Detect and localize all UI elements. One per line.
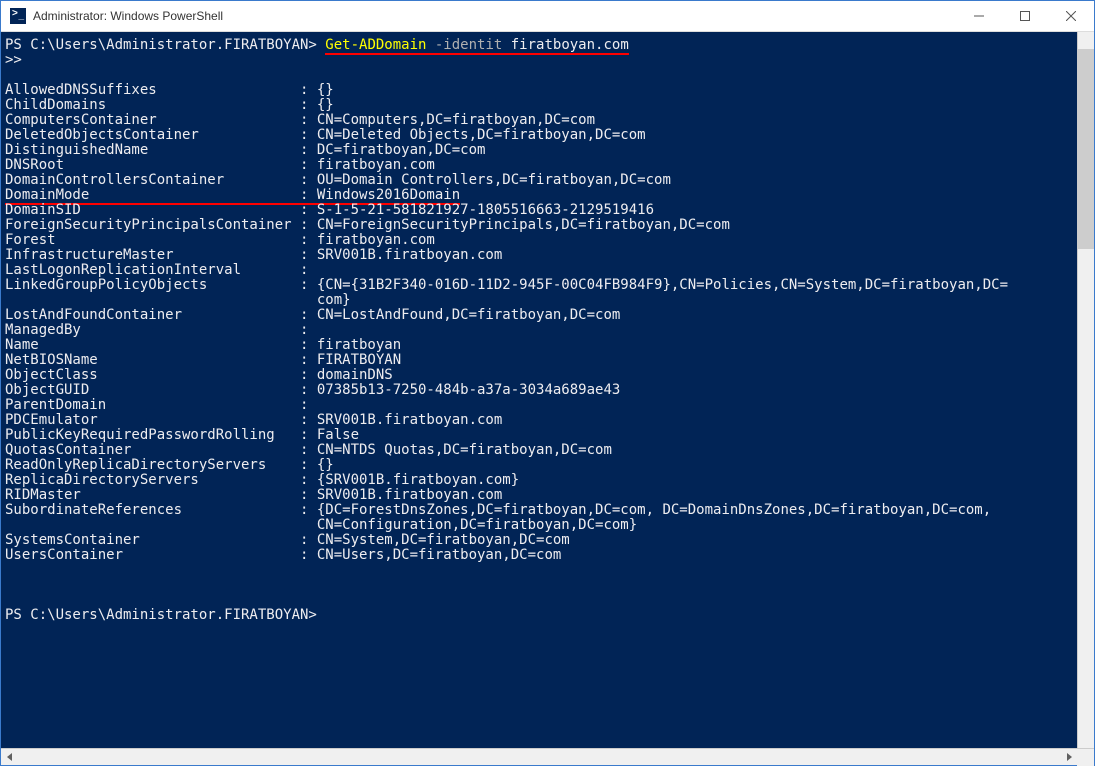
- window-title: Administrator: Windows PowerShell: [33, 9, 956, 23]
- property-row: ParentDomain :: [5, 398, 1077, 413]
- property-row: DomainMode : Windows2016Domain: [5, 188, 1077, 203]
- property-row: Name : firatboyan: [5, 338, 1077, 353]
- property-row: SubordinateReferences : {DC=ForestDnsZon…: [5, 503, 1077, 533]
- property-row: DomainSID : S-1-5-21-581821927-180551666…: [5, 203, 1077, 218]
- continuation-prompt: >>: [5, 52, 22, 68]
- prompt-prefix: PS C:\Users\Administrator.FIRATBOYAN>: [5, 37, 325, 53]
- property-row: PDCEmulator : SRV001B.firatboyan.com: [5, 413, 1077, 428]
- property-row: LastLogonReplicationInterval :: [5, 263, 1077, 278]
- property-row: SystemsContainer : CN=System,DC=firatboy…: [5, 533, 1077, 548]
- property-row: ObjectClass : domainDNS: [5, 368, 1077, 383]
- property-row: InfrastructureMaster : SRV001B.firatboya…: [5, 248, 1077, 263]
- property-row: QuotasContainer : CN=NTDS Quotas,DC=fira…: [5, 443, 1077, 458]
- powershell-window: Administrator: Windows PowerShell PS C:\…: [0, 0, 1095, 766]
- property-row: AllowedDNSSuffixes : {}: [5, 83, 1077, 98]
- property-row: ManagedBy :: [5, 323, 1077, 338]
- resize-grip[interactable]: [1077, 749, 1094, 766]
- property-row: LostAndFoundContainer : CN=LostAndFound,…: [5, 308, 1077, 323]
- property-row: DomainControllersContainer : OU=Domain C…: [5, 173, 1077, 188]
- cmdlet-name: Get-ADDomain: [325, 37, 426, 55]
- horizontal-scrollbar[interactable]: [1, 748, 1094, 765]
- property-row: RIDMaster : SRV001B.firatboyan.com: [5, 488, 1077, 503]
- property-row: ReadOnlyReplicaDirectoryServers : {}: [5, 458, 1077, 473]
- scroll-right-arrow[interactable]: [1060, 749, 1077, 766]
- cmdlet-param: -identit: [426, 37, 510, 55]
- property-row: LinkedGroupPolicyObjects : {CN={31B2F340…: [5, 278, 1077, 308]
- property-row: Forest : firatboyan.com: [5, 233, 1077, 248]
- minimize-button[interactable]: [956, 1, 1002, 31]
- property-row: NetBIOSName : FIRATBOYAN: [5, 353, 1077, 368]
- property-row: UsersContainer : CN=Users,DC=firatboyan,…: [5, 548, 1077, 563]
- cmdlet-arg: firatboyan.com: [511, 37, 629, 55]
- prompt-prefix: PS C:\Users\Administrator.FIRATBOYAN>: [5, 607, 317, 623]
- property-row: ForeignSecurityPrincipalsContainer : CN=…: [5, 218, 1077, 233]
- vertical-scrollbar[interactable]: [1077, 32, 1094, 748]
- terminal-area: PS C:\Users\Administrator.FIRATBOYAN> Ge…: [1, 32, 1094, 748]
- property-row: DeletedObjectsContainer : CN=Deleted Obj…: [5, 128, 1077, 143]
- powershell-icon: [10, 8, 26, 24]
- property-row: DistinguishedName : DC=firatboyan,DC=com: [5, 143, 1077, 158]
- titlebar[interactable]: Administrator: Windows PowerShell: [1, 1, 1094, 32]
- property-row: DNSRoot : firatboyan.com: [5, 158, 1077, 173]
- property-row: PublicKeyRequiredPasswordRolling : False: [5, 428, 1077, 443]
- horizontal-scrollbar-track[interactable]: [18, 749, 1060, 765]
- property-row: ComputersContainer : CN=Computers,DC=fir…: [5, 113, 1077, 128]
- scroll-left-arrow[interactable]: [1, 749, 18, 766]
- close-button[interactable]: [1048, 1, 1094, 31]
- maximize-button[interactable]: [1002, 1, 1048, 31]
- window-controls: [956, 1, 1094, 31]
- property-row: ObjectGUID : 07385b13-7250-484b-a37a-303…: [5, 383, 1077, 398]
- terminal-output[interactable]: PS C:\Users\Administrator.FIRATBOYAN> Ge…: [1, 32, 1077, 748]
- property-row: ReplicaDirectoryServers : {SRV001B.firat…: [5, 473, 1077, 488]
- vertical-scrollbar-thumb[interactable]: [1078, 49, 1094, 249]
- property-row: ChildDomains : {}: [5, 98, 1077, 113]
